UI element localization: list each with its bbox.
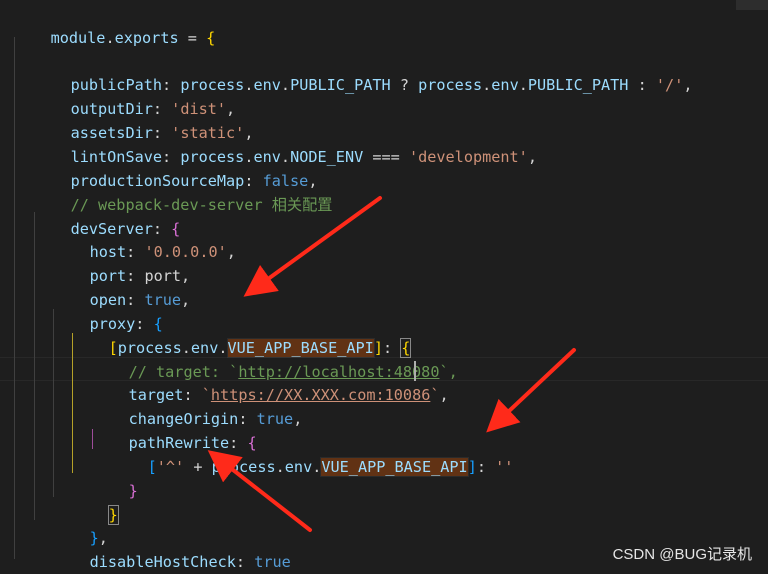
annotation-arrows	[207, 196, 576, 532]
red-arrow	[243, 196, 382, 297]
red-arrow	[207, 450, 312, 532]
code-editor[interactable]: module.exports = { publicPath: process.e…	[0, 0, 768, 574]
red-arrow	[486, 348, 576, 433]
watermark: CSDN @BUG记录机	[612, 546, 752, 563]
